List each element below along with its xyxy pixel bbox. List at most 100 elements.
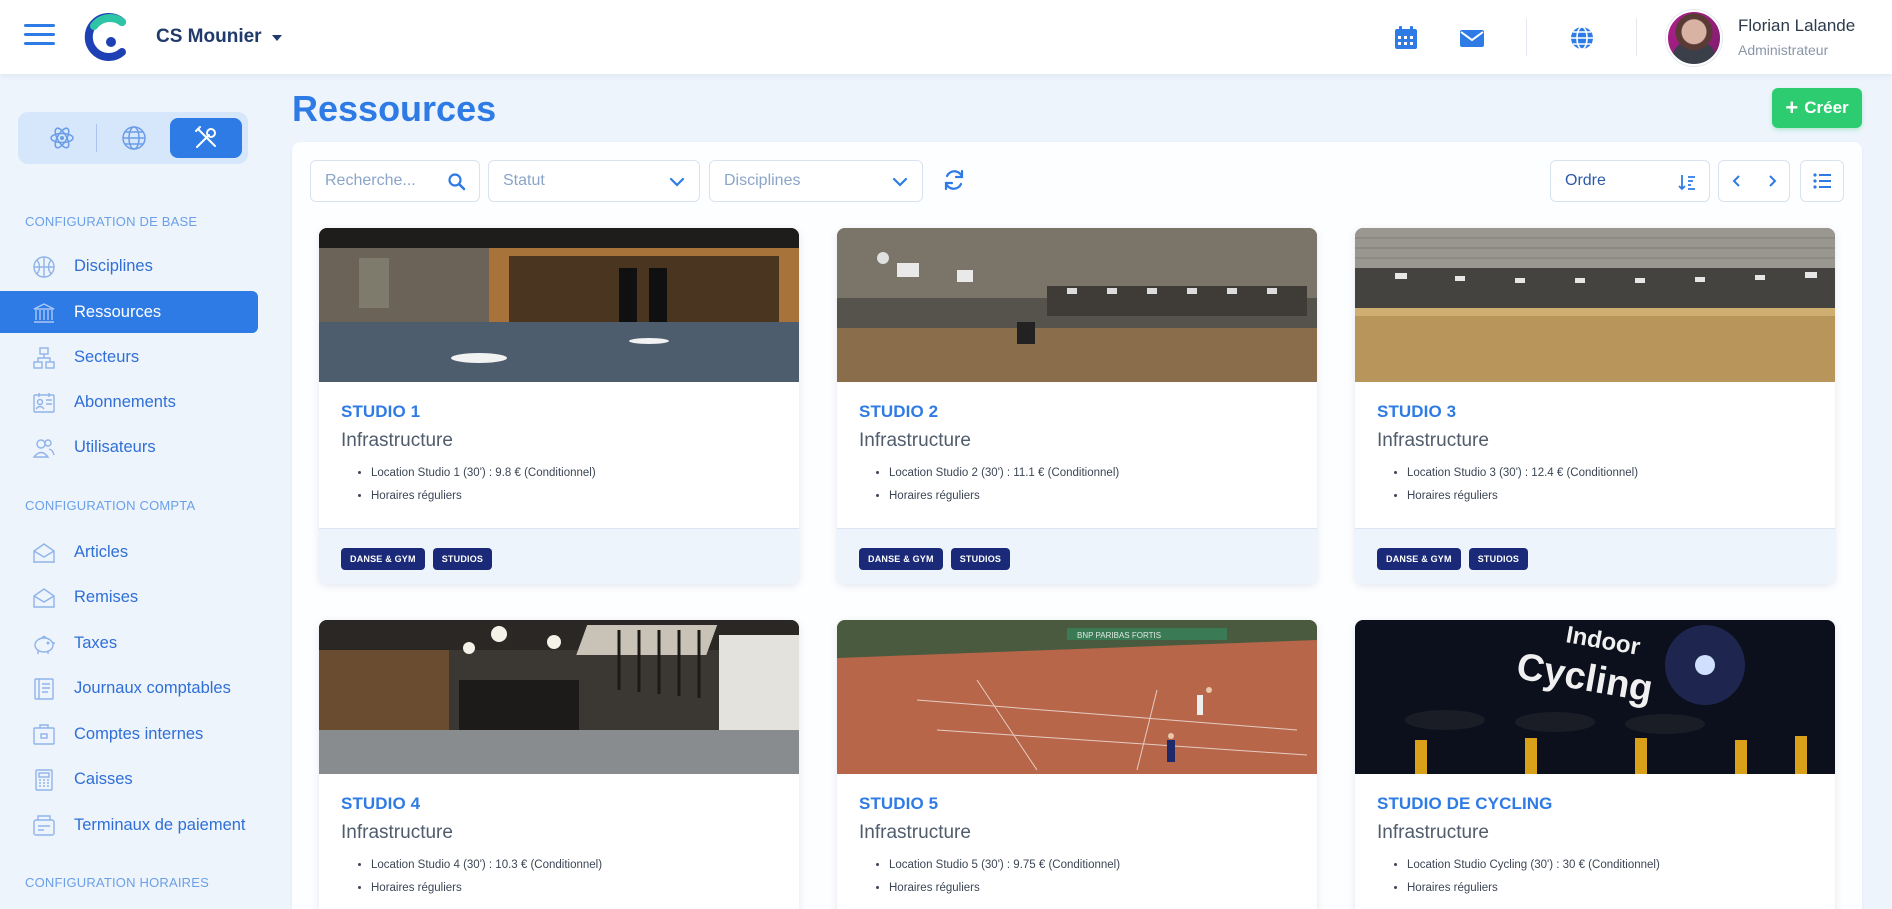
resource-card[interactable]: BNP PARIBAS FORTIS STUDIO 5 Infrastructu… — [837, 620, 1317, 909]
section-title-compta: CONFIGURATION COMPTA — [25, 498, 196, 513]
atom-icon[interactable] — [26, 118, 98, 158]
sidebar-item-articles[interactable]: Articles — [0, 531, 258, 573]
sectors-icon — [33, 347, 55, 369]
disciplines-select[interactable]: Disciplines — [709, 160, 923, 202]
resource-image — [837, 228, 1317, 382]
resource-title: STUDIO DE CYCLING — [1377, 794, 1553, 813]
sidebar-item-utilisateurs[interactable]: Utilisateurs — [0, 426, 258, 468]
user-name: Florian Lalande — [1738, 16, 1856, 35]
resource-detail: Location Studio 2 (30') : 11.1 € (Condit… — [889, 462, 1295, 485]
sidebar-item-label: Journaux comptables — [74, 678, 231, 697]
tag-list: DANSE & GYM STUDIOS — [837, 528, 1317, 584]
sidebar-item-disciplines[interactable]: Disciplines — [0, 245, 258, 287]
avatar[interactable] — [1666, 10, 1722, 66]
sidebar-item-taxes[interactable]: Taxes — [0, 622, 258, 664]
order-select[interactable]: Ordre — [1550, 160, 1710, 202]
calculator-icon — [35, 769, 53, 791]
card-icon — [33, 393, 55, 413]
resource-detail: Location Studio Cycling (30') : 30 € (Co… — [1407, 854, 1813, 877]
tools-icon[interactable] — [170, 118, 242, 158]
resource-type: Infrastructure — [1377, 822, 1489, 843]
mail-icon[interactable] — [1458, 24, 1486, 52]
sidebar-item-secteurs[interactable]: Secteurs — [0, 336, 258, 378]
mode-switch — [18, 112, 248, 164]
menu-icon[interactable] — [24, 24, 56, 50]
resource-card[interactable]: STUDIO 1 Infrastructure Location Studio … — [319, 228, 799, 584]
resource-type: Infrastructure — [341, 430, 453, 451]
resource-card[interactable]: STUDIO 4 Infrastructure Location Studio … — [319, 620, 799, 909]
resource-title: STUDIO 5 — [859, 794, 939, 813]
card-body: STUDIO 5 Infrastructure Location Studio … — [837, 774, 1317, 909]
resource-detail: Location Studio 3 (30') : 12.4 € (Condit… — [1407, 462, 1813, 485]
building-icon — [33, 303, 55, 323]
org-selector[interactable]: CS Mounier — [156, 26, 282, 48]
sidebar-item-comptes-internes[interactable]: Comptes internes — [0, 713, 258, 755]
sidebar-item-caisses[interactable]: Caisses — [0, 758, 258, 800]
resource-detail: Horaires réguliers — [1407, 877, 1813, 900]
search-placeholder: Recherche... — [325, 172, 416, 189]
sidebar-item-terminaux-de-paiement[interactable]: Terminaux de paiement — [0, 804, 258, 846]
ledger-icon — [34, 678, 54, 700]
sort-icon — [1678, 175, 1695, 191]
sidebar-item-label: Utilisateurs — [74, 437, 156, 456]
resource-card[interactable]: STUDIO 3 Infrastructure Location Studio … — [1355, 228, 1835, 584]
section-title-base: CONFIGURATION DE BASE — [25, 214, 198, 229]
chevron-left-icon[interactable] — [1727, 171, 1747, 191]
sidebar-item-label: Comptes internes — [74, 724, 204, 743]
resource-title: STUDIO 1 — [341, 402, 421, 421]
resource-card[interactable]: STUDIO 2 Infrastructure Location Studio … — [837, 228, 1317, 584]
globe-icon[interactable] — [1568, 24, 1596, 52]
tag-badge: STUDIOS — [432, 547, 493, 570]
create-button[interactable]: + Créer — [1772, 88, 1862, 128]
resource-title: STUDIO 4 — [341, 794, 421, 813]
refresh-icon[interactable] — [942, 168, 966, 192]
tag-list: DANSE & GYM STUDIOS — [319, 528, 799, 584]
page-title: Ressources — [292, 88, 497, 129]
list-view-icon[interactable] — [1800, 160, 1844, 202]
resource-details: Location Studio Cycling (30') : 30 € (Co… — [1407, 854, 1813, 900]
basketball-icon — [33, 256, 55, 278]
sidebar-item-journaux-comptables[interactable]: Journaux comptables — [0, 667, 258, 709]
divider — [1636, 18, 1637, 56]
sidebar-item-label: Secteurs — [74, 347, 140, 366]
status-select[interactable]: Statut — [488, 160, 700, 202]
resource-details: Location Studio 5 (30') : 9.75 € (Condit… — [889, 854, 1295, 900]
piggy-bank-icon — [34, 635, 55, 654]
sidebar-item-label: Terminaux de paiement — [74, 815, 246, 834]
chevron-right-icon[interactable] — [1762, 171, 1782, 191]
user-role: Administrateur — [1738, 42, 1829, 58]
divider — [1526, 18, 1527, 56]
order-label: Ordre — [1565, 172, 1606, 189]
envelope-open-icon — [33, 588, 55, 608]
card-body: STUDIO 2 Infrastructure Location Studio … — [837, 382, 1317, 528]
app-logo[interactable] — [82, 12, 132, 62]
resource-details: Location Studio 3 (30') : 12.4 € (Condit… — [1407, 462, 1813, 508]
resource-detail: Horaires réguliers — [1407, 485, 1813, 508]
resource-detail: Location Studio 1 (30') : 9.8 € (Conditi… — [371, 462, 777, 485]
safe-icon — [33, 724, 55, 745]
sidebar-item-remises[interactable]: Remises — [0, 576, 258, 618]
resource-type: Infrastructure — [859, 822, 971, 843]
search-input[interactable]: Recherche... — [310, 160, 480, 202]
resource-detail: Horaires réguliers — [371, 877, 777, 900]
terminal-icon — [33, 815, 55, 836]
tag-badge: DANSE & GYM — [1377, 547, 1461, 570]
resource-details: Location Studio 2 (30') : 11.1 € (Condit… — [889, 462, 1295, 508]
sidebar-item-abonnements[interactable]: Abonnements — [0, 381, 258, 423]
sidebar-item-ressources[interactable]: Ressources — [0, 291, 258, 333]
create-label: Créer — [1804, 98, 1849, 117]
resource-image: Indoor Cycling — [1355, 620, 1835, 774]
resource-detail: Horaires réguliers — [889, 485, 1295, 508]
search-icon[interactable] — [447, 172, 467, 192]
calendar-icon[interactable] — [1392, 24, 1420, 52]
tag-badge: DANSE & GYM — [859, 547, 943, 570]
sidebar: CONFIGURATION DE BASE Disciplines Ressou… — [0, 74, 270, 909]
globe-icon[interactable] — [98, 118, 170, 158]
tag-badge: STUDIOS — [1468, 547, 1529, 570]
sidebar-item-label: Abonnements — [74, 392, 176, 411]
status-placeholder: Statut — [503, 172, 545, 189]
resource-card[interactable]: Indoor Cycling STUDIO DE CYCLING Infrast… — [1355, 620, 1835, 909]
sidebar-item-label: Remises — [74, 587, 139, 606]
tag-list: DANSE & GYM STUDIOS — [1355, 528, 1835, 584]
resource-image — [319, 620, 799, 774]
